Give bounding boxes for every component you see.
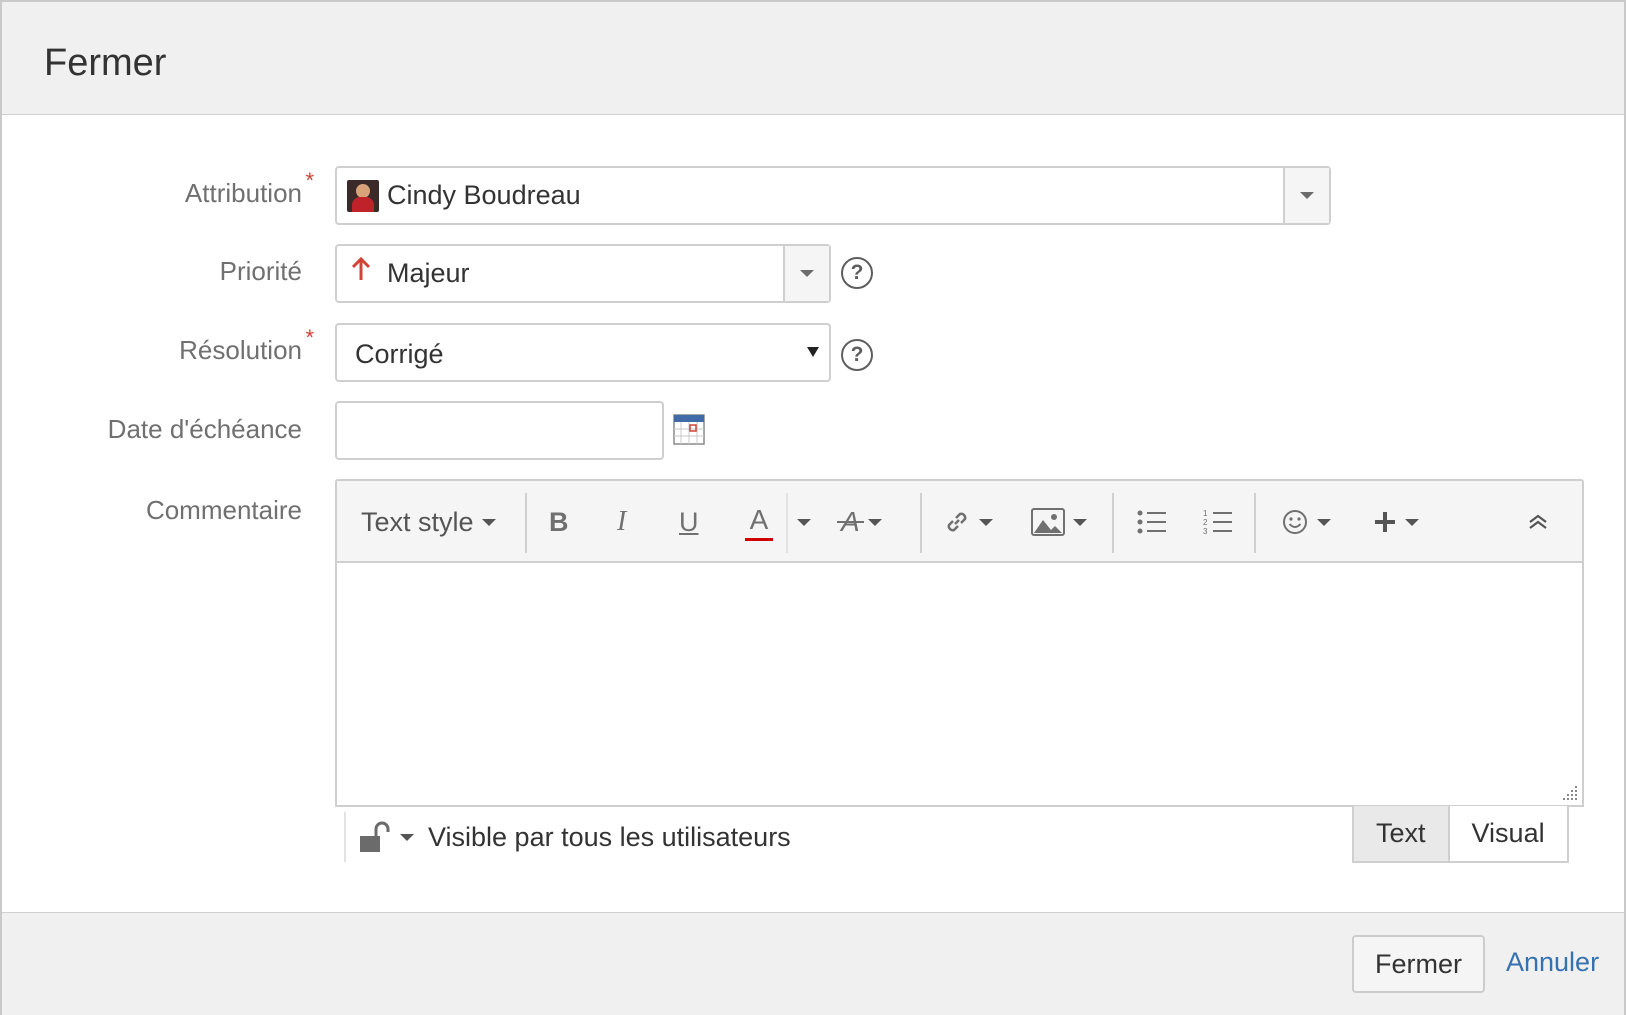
- priority-help-icon[interactable]: ?: [841, 257, 873, 289]
- assignee-dropdown-button[interactable]: [1283, 168, 1329, 223]
- collapse-toolbar-button[interactable]: [1527, 481, 1549, 563]
- svg-text:3: 3: [1203, 527, 1208, 535]
- text-style-label: Text style: [361, 506, 474, 537]
- visibility-label: Visible par tous les utilisateurs: [428, 821, 791, 852]
- text-color-dropdown[interactable]: [789, 481, 811, 563]
- resolution-help-icon[interactable]: ?: [841, 339, 873, 371]
- due-date-input[interactable]: [335, 401, 664, 460]
- strikethrough-line: [837, 521, 864, 523]
- priority-value: Majeur: [387, 258, 470, 288]
- resolution-label-text: Résolution: [179, 335, 302, 365]
- numbered-list-icon: 123: [1203, 509, 1232, 535]
- image-icon: [1031, 508, 1065, 536]
- comment-editor: Text style B I U A A 1 2 3: [335, 479, 1584, 807]
- link-button[interactable]: [943, 481, 993, 563]
- text-color-button[interactable]: A: [745, 481, 773, 563]
- required-marker: *: [305, 325, 314, 350]
- cancel-link[interactable]: Annuler: [1506, 947, 1599, 978]
- resolution-value: Corrigé: [355, 339, 444, 369]
- required-marker: *: [305, 168, 314, 193]
- chevron-down-icon: [1073, 518, 1087, 526]
- bullet-list-icon: [1137, 510, 1166, 534]
- toolbar-divider: [786, 493, 788, 553]
- bold-button[interactable]: B: [549, 481, 569, 563]
- comment-textarea[interactable]: [337, 563, 1582, 805]
- chevron-down-icon: [800, 270, 814, 277]
- tab-visual[interactable]: Visual: [1449, 806, 1569, 863]
- italic-button[interactable]: I: [617, 481, 626, 563]
- toolbar-divider: [920, 493, 922, 553]
- chevron-down-icon: [1405, 518, 1419, 526]
- select-arrow-icon: [807, 347, 819, 357]
- close-issue-dialog: Fermer Attribution * Cindy Boudreau Prio…: [0, 0, 1626, 1015]
- text-style-dropdown[interactable]: Text style: [361, 481, 496, 563]
- resolution-select[interactable]: Corrigé: [335, 323, 831, 382]
- priority-label-text: Priorité: [219, 256, 302, 286]
- numbered-list-button[interactable]: 123: [1203, 481, 1233, 563]
- bullet-list-button[interactable]: [1137, 481, 1167, 563]
- calendar-icon[interactable]: [673, 413, 705, 450]
- underline-icon: U: [679, 506, 699, 537]
- assignee-value: Cindy Boudreau: [387, 180, 581, 210]
- link-icon: [947, 512, 967, 532]
- image-button[interactable]: [1031, 481, 1087, 563]
- priority-dropdown-button[interactable]: [783, 246, 829, 301]
- visibility-divider: [344, 812, 346, 862]
- assignee-label-text: Attribution: [184, 178, 302, 208]
- italic-icon: I: [617, 506, 627, 537]
- chevron-down-icon: [481, 518, 496, 526]
- submit-close-button[interactable]: Fermer: [1352, 935, 1485, 993]
- chevron-down-icon: [400, 833, 414, 841]
- dialog-footer: Fermer Annuler: [2, 912, 1624, 1015]
- emoticon-button[interactable]: [1281, 481, 1331, 563]
- assignee-select[interactable]: Cindy Boudreau: [335, 166, 1331, 225]
- plus-icon: [1375, 512, 1395, 532]
- unlock-icon: [360, 821, 390, 852]
- chevron-down-icon: [979, 518, 993, 526]
- chevron-down-icon: [1317, 518, 1331, 526]
- toolbar-divider: [525, 493, 527, 553]
- resolution-label: Résolution *: [42, 325, 314, 366]
- text-color-icon: A: [749, 503, 769, 535]
- visibility-selector[interactable]: Visible par tous les utilisateurs: [358, 814, 791, 860]
- chevron-down-icon: [797, 518, 811, 526]
- chevron-down-icon: [1300, 192, 1314, 199]
- svg-text:2: 2: [1203, 518, 1208, 527]
- more-formatting-button[interactable]: A: [837, 481, 882, 563]
- resize-grip-icon[interactable]: [1562, 785, 1578, 801]
- chevron-down-icon: [867, 518, 882, 526]
- comment-label: Commentaire: [42, 495, 302, 526]
- svg-text:1: 1: [1203, 509, 1208, 518]
- comment-label-text: Commentaire: [145, 495, 302, 525]
- dialog-header: Fermer: [2, 2, 1624, 115]
- insert-more-button[interactable]: [1373, 481, 1419, 563]
- priority-label: Priorité: [42, 256, 302, 287]
- assignee-label: Attribution *: [42, 168, 314, 209]
- toolbar-divider: [1112, 493, 1114, 553]
- editor-mode-tabs: Text Visual: [1352, 806, 1569, 863]
- bold-icon: B: [549, 506, 569, 537]
- toolbar-divider: [1254, 493, 1256, 553]
- priority-arrow-up-icon: [351, 256, 371, 287]
- underline-button[interactable]: U: [679, 481, 699, 563]
- priority-select[interactable]: Majeur: [335, 244, 831, 303]
- double-chevron-up-icon: [1529, 514, 1547, 529]
- text-color-swatch: [745, 537, 773, 541]
- due-date-label: Date d'échéance: [42, 414, 302, 445]
- editor-toolbar: Text style B I U A A 1 2 3: [337, 481, 1582, 563]
- smiley-icon: [1283, 510, 1307, 534]
- more-formatting-icon: A: [837, 506, 864, 538]
- due-date-label-text: Date d'échéance: [107, 414, 302, 444]
- dialog-title: Fermer: [44, 42, 167, 84]
- avatar: [347, 180, 379, 212]
- tab-text[interactable]: Text: [1352, 806, 1450, 863]
